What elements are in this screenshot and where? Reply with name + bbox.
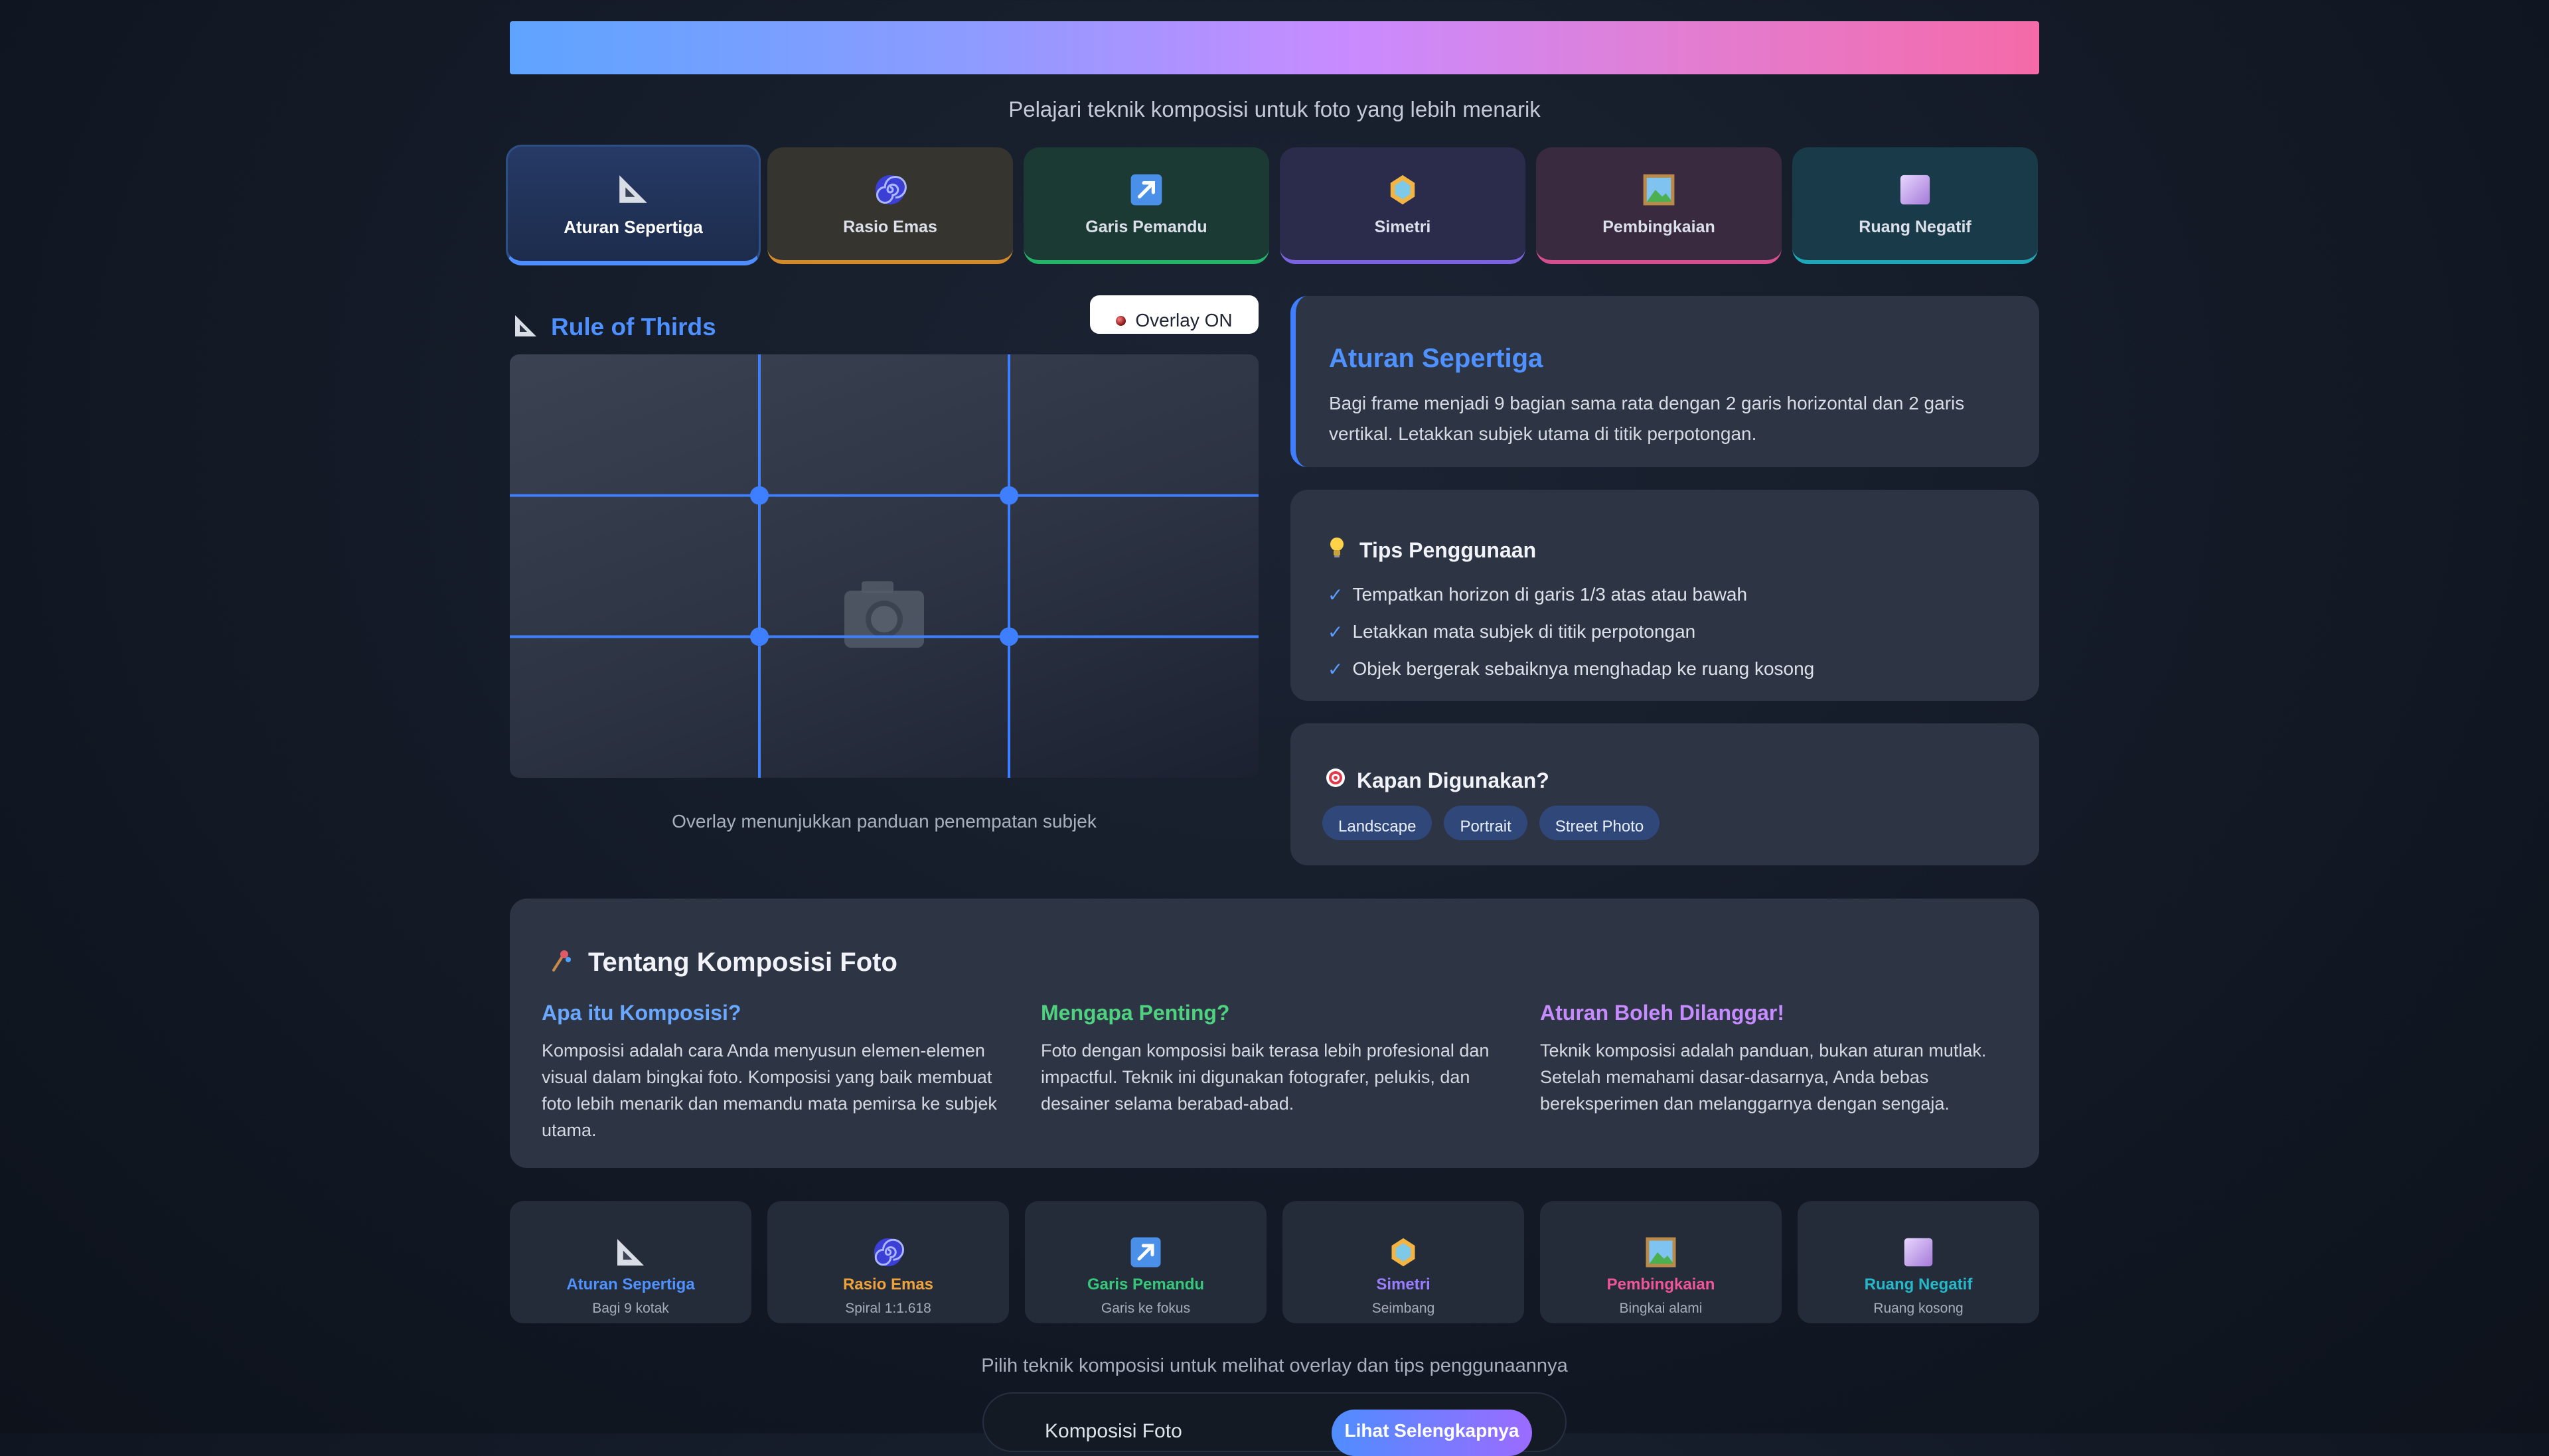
- about-column-heading: Mengapa Penting?: [1041, 1001, 1230, 1025]
- summary-card-subtitle: Bingkai alami: [1619, 1301, 1703, 1316]
- summary-card-name: Simetri: [1376, 1275, 1430, 1293]
- see-more-button[interactable]: Lihat Selengkapnya: [1332, 1410, 1532, 1456]
- about-column: Mengapa Penting? Foto dengan komposisi b…: [1041, 1001, 1516, 1117]
- usage-card: Kapan Digunakan? Landscape Portrait Street…: [1290, 723, 2039, 865]
- tab-simetri[interactable]: Simetri: [1280, 147, 1525, 264]
- technique-info-title: Aturan Sepertiga: [1329, 344, 1543, 373]
- summary-card-ruang-negatif[interactable]: Ruang Negatif Ruang kosong: [1798, 1201, 2039, 1323]
- tips-header: Tips Penggunaan: [1328, 536, 2039, 564]
- page-subtitle: Pelajari teknik komposisi untuk foto yan…: [1008, 97, 1541, 121]
- tab-garis-pemandu[interactable]: Garis Pemandu: [1024, 147, 1269, 264]
- about-column: Apa itu Komposisi? Komposisi adalah cara…: [542, 1001, 1017, 1143]
- overlay-status-icon: [1116, 316, 1126, 326]
- tab-label: Pembingkaian: [1602, 217, 1715, 236]
- checkmark-icon: ✓: [1328, 621, 1344, 642]
- triangle-ruler-icon: [512, 313, 539, 342]
- summary-card-name: Rasio Emas: [842, 1275, 934, 1293]
- tab-ruang-negatif[interactable]: Ruang Negatif: [1792, 147, 2038, 264]
- summary-card-name: Pembingkaian: [1606, 1275, 1715, 1293]
- spiral-icon: [870, 1234, 906, 1270]
- preview-caption: Overlay menunjukkan panduan penempatan s…: [672, 811, 1097, 832]
- usage-header: Kapan Digunakan?: [1325, 767, 2039, 794]
- tab-label: Rasio Emas: [843, 217, 937, 236]
- tip-text: Objek bergerak sebaiknya menghadap ke ru…: [1352, 658, 1815, 679]
- target-icon: [1325, 767, 1346, 794]
- usage-chip: Portrait: [1444, 806, 1527, 840]
- preview-title: Rule of Thirds: [512, 312, 716, 342]
- technique-info-card: Aturan Sepertiga Bagi frame menjadi 9 ba…: [1290, 296, 2039, 467]
- tips-title: Tips Penggunaan: [1359, 538, 1537, 562]
- triangle-ruler-icon: [615, 171, 652, 208]
- tab-pembingkaian[interactable]: Pembingkaian: [1536, 147, 1782, 264]
- technique-info-description: Bagi frame menjadi 9 bagian sama rata de…: [1329, 393, 1965, 444]
- tip-item: ✓ Tempatkan horizon di garis 1/3 atas at…: [1328, 576, 2039, 613]
- about-title: Tentang Komposisi Foto: [588, 947, 897, 977]
- summary-card-subtitle: Garis ke fokus: [1101, 1301, 1191, 1316]
- header-gradient-bar: [510, 21, 2039, 74]
- about-column-heading: Apa itu Komposisi?: [542, 1001, 741, 1025]
- tab-aturan-sepertiga[interactable]: Aturan Sepertiga: [506, 145, 761, 265]
- summary-card-subtitle: Ruang kosong: [1873, 1301, 1964, 1316]
- footer-hint: Pilih teknik komposisi untuk melihat ove…: [981, 1355, 1568, 1376]
- tab-label: Simetri: [1374, 217, 1431, 236]
- summary-card-pembingkaian[interactable]: Pembingkaian Bingkai alami: [1540, 1201, 1782, 1323]
- intersection-point: [1000, 627, 1018, 646]
- intersection-point: [750, 627, 769, 646]
- tips-card: Tips Penggunaan ✓ Tempatkan horizon di g…: [1290, 490, 2039, 701]
- about-header: Tentang Komposisi Foto: [548, 945, 897, 980]
- intersection-point: [750, 486, 769, 505]
- tab-label: Ruang Negatif: [1859, 217, 1971, 236]
- about-column-text: Teknik komposisi adalah panduan, bukan a…: [1540, 1041, 1987, 1114]
- overlay-toggle-label: Overlay ON: [1135, 310, 1233, 330]
- composition-preview: [510, 354, 1259, 778]
- summary-card-aturan-sepertiga[interactable]: Aturan Sepertiga Bagi 9 kotak: [510, 1201, 751, 1323]
- summary-card-subtitle: Seimbang: [1371, 1301, 1435, 1316]
- about-column: Aturan Boleh Dilanggar! Teknik komposisi…: [1540, 1001, 2015, 1117]
- usage-chips: Landscape Portrait Street Photo: [1322, 806, 2039, 840]
- checkmark-icon: ✓: [1328, 584, 1344, 605]
- arrow-up-right-icon: [1128, 1234, 1164, 1270]
- square-icon: [1900, 1234, 1936, 1270]
- summary-card-name: Ruang Negatif: [1864, 1275, 1973, 1293]
- summary-card-subtitle: Spiral 1:1.618: [845, 1301, 931, 1316]
- rule-of-thirds-grid: [510, 354, 1259, 778]
- about-column-text: Foto dengan komposisi baik terasa lebih …: [1041, 1041, 1490, 1114]
- summary-card-subtitle: Bagi 9 kotak: [592, 1301, 669, 1316]
- checkmark-icon: ✓: [1328, 658, 1344, 680]
- gem-icon: [1384, 171, 1421, 208]
- tab-label: Garis Pemandu: [1085, 217, 1207, 236]
- tab-label: Aturan Sepertiga: [564, 216, 703, 237]
- spiral-icon: [872, 171, 909, 208]
- triangle-ruler-icon: [613, 1234, 649, 1270]
- about-column-heading: Aturan Boleh Dilanggar!: [1540, 1001, 1785, 1025]
- framed-picture-icon: [1643, 1234, 1679, 1270]
- usage-chip: Landscape: [1322, 806, 1432, 840]
- tab-rasio-emas[interactable]: Rasio Emas: [767, 147, 1013, 264]
- gem-icon: [1385, 1234, 1421, 1270]
- summary-card-name: Aturan Sepertiga: [566, 1275, 695, 1293]
- summary-card-rasio-emas[interactable]: Rasio Emas Spiral 1:1.618: [767, 1201, 1009, 1323]
- overlay-toggle-button[interactable]: Overlay ON: [1090, 295, 1259, 334]
- artist-palette-icon: [548, 948, 575, 978]
- framed-picture-icon: [1640, 171, 1677, 208]
- usage-title: Kapan Digunakan?: [1357, 768, 1549, 792]
- summary-card-name: Garis Pemandu: [1087, 1275, 1205, 1293]
- square-icon: [1896, 171, 1934, 208]
- tip-item: ✓ Letakkan mata subjek di titik perpoton…: [1328, 613, 2039, 650]
- tip-item: ✓ Objek bergerak sebaiknya menghadap ke …: [1328, 650, 2039, 688]
- preview-title-text: Rule of Thirds: [551, 313, 716, 340]
- tips-list: ✓ Tempatkan horizon di garis 1/3 atas at…: [1328, 576, 2039, 688]
- usage-chip: Street Photo: [1539, 806, 1660, 840]
- tip-text: Tempatkan horizon di garis 1/3 atas atau…: [1352, 584, 1748, 605]
- lightbulb-icon: [1328, 536, 1346, 564]
- arrow-up-right-icon: [1128, 171, 1165, 208]
- footer-label: Komposisi Foto: [1045, 1420, 1182, 1442]
- tip-text: Letakkan mata subjek di titik perpotonga…: [1352, 621, 1696, 642]
- summary-card-simetri[interactable]: Simetri Seimbang: [1282, 1201, 1524, 1323]
- summary-card-garis-pemandu[interactable]: Garis Pemandu Garis ke fokus: [1025, 1201, 1267, 1323]
- about-column-text: Komposisi adalah cara Anda menyusun elem…: [542, 1041, 997, 1140]
- intersection-point: [1000, 486, 1018, 505]
